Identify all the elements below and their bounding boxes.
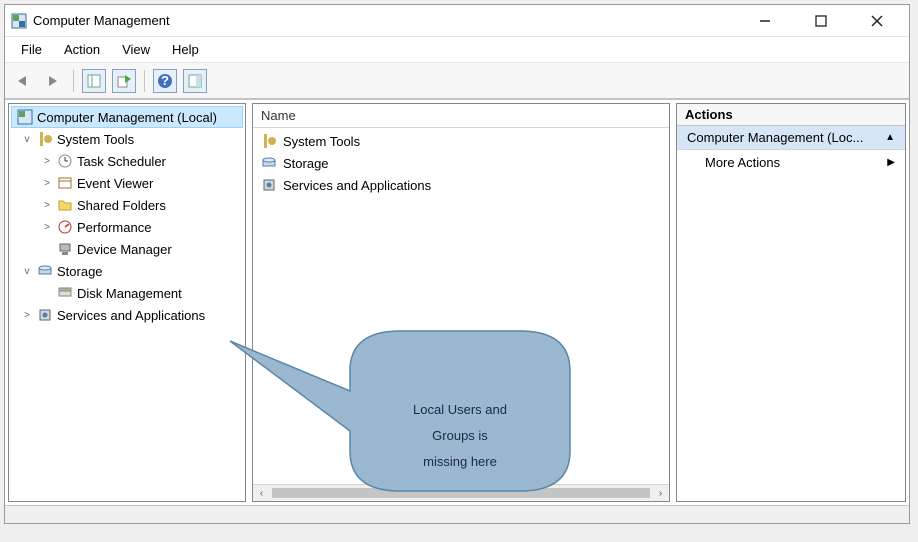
actions-primary-row[interactable]: Computer Management (Loc... ▲ xyxy=(677,126,905,150)
tree-item-event-viewer[interactable]: > Event Viewer xyxy=(11,172,243,194)
menu-file[interactable]: File xyxy=(11,40,52,59)
toolbar-separator xyxy=(73,70,74,92)
list-label: Storage xyxy=(283,156,329,171)
tree-item-shared-folders[interactable]: > Shared Folders xyxy=(11,194,243,216)
export-button[interactable] xyxy=(112,69,136,93)
tree-label: Computer Management (Local) xyxy=(37,110,217,125)
close-button[interactable] xyxy=(861,13,893,29)
svg-text:?: ? xyxy=(161,73,169,88)
tree-label: Shared Folders xyxy=(77,198,166,213)
actions-primary-label: Computer Management (Loc... xyxy=(687,130,863,145)
device-icon xyxy=(57,241,73,257)
tree-item-root[interactable]: Computer Management (Local) xyxy=(11,106,243,128)
menu-help[interactable]: Help xyxy=(162,40,209,59)
actions-more-label: More Actions xyxy=(705,155,780,170)
column-header-name[interactable]: Name xyxy=(253,104,669,128)
services-icon xyxy=(261,177,277,193)
scroll-right-icon[interactable]: › xyxy=(652,488,669,499)
tree-item-disk-management[interactable]: Disk Management xyxy=(11,282,243,304)
toolbar: ? xyxy=(5,63,909,99)
menubar: File Action View Help xyxy=(5,37,909,63)
forward-button[interactable] xyxy=(41,69,65,93)
list-item-services-apps[interactable]: Services and Applications xyxy=(255,174,667,196)
list-label: System Tools xyxy=(283,134,360,149)
performance-icon xyxy=(57,219,73,235)
preview-button[interactable] xyxy=(183,69,207,93)
list-item-system-tools[interactable]: System Tools xyxy=(255,130,667,152)
window-frame: Computer Management File Action View Hel… xyxy=(4,4,910,524)
tools-icon xyxy=(37,131,53,147)
tree-label: Device Manager xyxy=(77,242,172,257)
clock-icon xyxy=(57,153,73,169)
tree-item-storage[interactable]: v Storage xyxy=(11,260,243,282)
window-title: Computer Management xyxy=(33,13,749,28)
show-tree-button[interactable] xyxy=(82,69,106,93)
list-label: Services and Applications xyxy=(283,178,431,193)
menu-action[interactable]: Action xyxy=(54,40,110,59)
collapse-icon[interactable]: ▲ xyxy=(885,132,895,143)
tree-item-task-scheduler[interactable]: > Task Scheduler xyxy=(11,150,243,172)
minimize-button[interactable] xyxy=(749,13,781,29)
disk-icon xyxy=(57,285,73,301)
tree-label: Disk Management xyxy=(77,286,182,301)
tree-label: Event Viewer xyxy=(77,176,153,191)
tree-item-device-manager[interactable]: Device Manager xyxy=(11,238,243,260)
maximize-button[interactable] xyxy=(805,13,837,29)
expand-glyph[interactable]: v xyxy=(21,134,33,145)
tree-label: Task Scheduler xyxy=(77,154,166,169)
computer-icon xyxy=(17,109,33,125)
actions-more-row[interactable]: More Actions ▶ xyxy=(677,150,905,174)
list-item-storage[interactable]: Storage xyxy=(255,152,667,174)
tree-item-services-apps[interactable]: > Services and Applications xyxy=(11,304,243,326)
expand-glyph[interactable]: > xyxy=(41,222,53,233)
actions-header: Actions xyxy=(677,104,905,126)
app-icon xyxy=(11,13,27,29)
expand-glyph[interactable]: > xyxy=(41,156,53,167)
back-button[interactable] xyxy=(11,69,35,93)
window-controls xyxy=(749,13,893,29)
folder-icon xyxy=(57,197,73,213)
tools-icon xyxy=(261,133,277,149)
titlebar[interactable]: Computer Management xyxy=(5,5,909,37)
storage-icon xyxy=(37,263,53,279)
expand-glyph[interactable]: v xyxy=(21,266,33,277)
services-icon xyxy=(37,307,53,323)
help-button[interactable]: ? xyxy=(153,69,177,93)
tree-label: System Tools xyxy=(57,132,134,147)
tree-label: Storage xyxy=(57,264,103,279)
tree-panel: Computer Management (Local) v System Too… xyxy=(8,103,246,502)
tree-item-performance[interactable]: > Performance xyxy=(11,216,243,238)
toolbar-separator xyxy=(144,70,145,92)
expand-glyph[interactable]: > xyxy=(41,200,53,211)
storage-icon xyxy=(261,155,277,171)
tree-label: Performance xyxy=(77,220,151,235)
tree-label: Services and Applications xyxy=(57,308,205,323)
expand-glyph[interactable]: > xyxy=(41,178,53,189)
actions-panel: Actions Computer Management (Loc... ▲ Mo… xyxy=(676,103,906,502)
tree-item-system-tools[interactable]: v System Tools xyxy=(11,128,243,150)
annotation-text: Local Users and Groups is missing here xyxy=(375,396,545,474)
event-icon xyxy=(57,175,73,191)
expand-glyph[interactable]: > xyxy=(21,310,33,321)
submenu-icon: ▶ xyxy=(887,157,895,168)
menu-view[interactable]: View xyxy=(112,40,160,59)
annotation-callout: Local Users and Groups is missing here xyxy=(350,371,570,521)
